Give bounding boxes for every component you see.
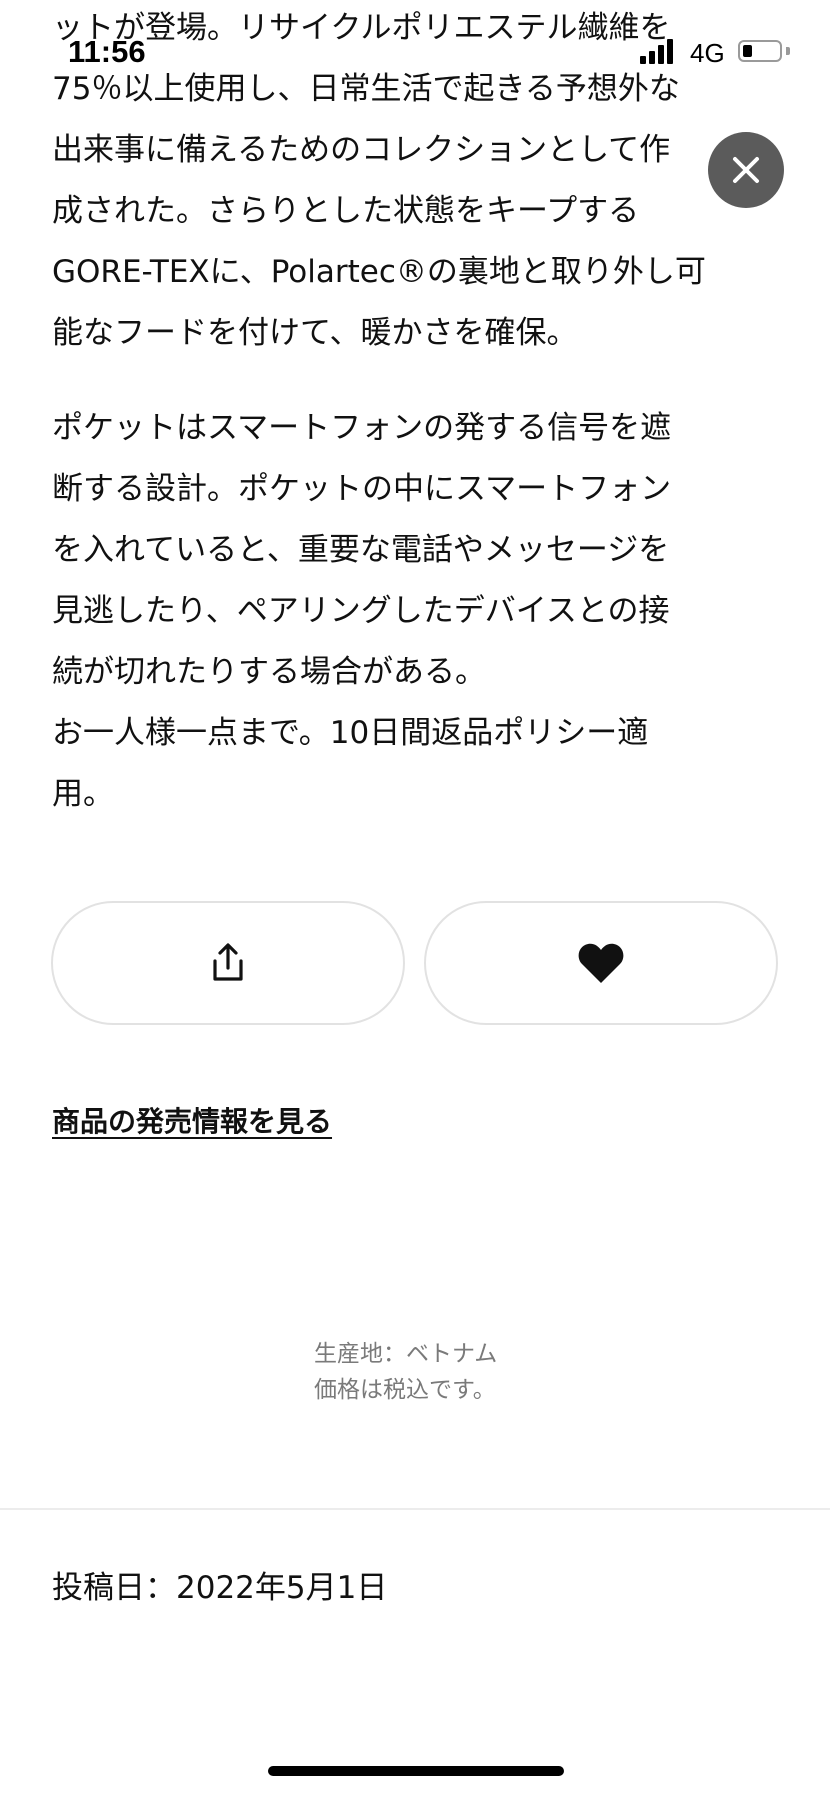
heart-icon (578, 943, 624, 983)
description-paragraph-1: ットが登場。リサイクルポリエステル繊維を 75％以上使用し、日常生活で起きる予想… (52, 0, 752, 364)
tax-note-text: 価格は税込です。 (314, 1377, 496, 1403)
release-info-link[interactable]: 商品の発売情報を見る (52, 1100, 332, 1140)
description-line: 用。 (52, 776, 114, 812)
description-line: ポケットはスマートフォンの発する信号を遮 (52, 410, 672, 446)
origin-text: 生産地：ベトナム (314, 1341, 498, 1367)
description-paragraph-2: ポケットはスマートフォンの発する信号を遮 断する設計。ポケットの中にスマートフォ… (52, 398, 752, 825)
description-line: 続が切れたりする場合がある。 (52, 654, 486, 690)
description-line: GORE-TEXに、Polartec®の裏地と取り外し可 (52, 254, 706, 290)
description-line: 出来事に備えるためのコレクションとして作 (52, 132, 671, 168)
favorite-button[interactable] (424, 901, 778, 1025)
home-indicator[interactable] (268, 1766, 564, 1776)
post-date: 投稿日：2022年5月1日 (52, 1570, 388, 1606)
close-icon (733, 157, 759, 183)
description-line: 能なフードを付けて、暖かさを確保。 (52, 315, 578, 351)
share-button[interactable] (51, 901, 405, 1025)
description-line: 断する設計。ポケットの中にスマートフォン (52, 471, 672, 507)
description-line: 見逃したり、ペアリングしたデバイスとの接 (52, 593, 670, 629)
description-line: 成された。さらりとした状態をキープする (52, 193, 640, 229)
description-line: を入れていると、重要な電話やメッセージを (52, 532, 670, 568)
divider (0, 1508, 830, 1510)
description-line: 75％以上使用し、日常生活で起きる予想外な (52, 71, 680, 107)
product-info: 生産地：ベトナム 価格は税込です。 (314, 1336, 497, 1408)
battery-tip (786, 47, 790, 55)
description-line: ットが登場。リサイクルポリエステル繊維を (52, 10, 671, 46)
description-line: お一人様一点まで。10日間返品ポリシー適 (52, 715, 649, 751)
close-button[interactable] (708, 132, 784, 208)
share-icon (213, 943, 243, 981)
